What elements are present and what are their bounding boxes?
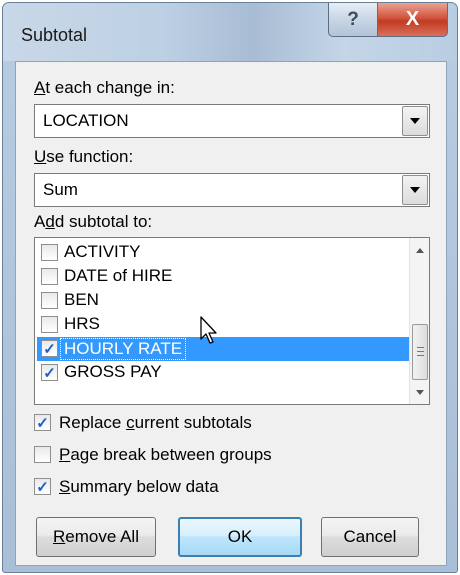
checkbox[interactable] (41, 268, 58, 285)
checkmark-icon: ✓ (43, 364, 56, 382)
title-bar[interactable]: Subtotal ? X (3, 3, 457, 61)
use-function-label: Use function: (34, 147, 134, 166)
checkbox-checked[interactable]: ✓ (41, 364, 58, 382)
use-function-select[interactable]: Sum (34, 173, 430, 207)
checkbox[interactable] (34, 446, 51, 463)
scrollbar-thumb[interactable] (412, 324, 428, 380)
mouse-pointer-icon (200, 316, 217, 344)
use-function-dropdown-button[interactable] (402, 175, 428, 205)
chevron-down-icon (410, 118, 420, 124)
change-in-value: LOCATION (43, 111, 129, 130)
scroll-up-button[interactable] (410, 240, 430, 260)
help-icon: ? (347, 8, 359, 30)
add-subtotal-label: Add subtotal to: (34, 212, 153, 231)
help-button[interactable]: ? (328, 3, 378, 37)
add-subtotal-list[interactable]: ACTIVITY DATE of HIRE BEN HRS ✓ HOURLY R… (34, 237, 430, 405)
ok-button[interactable]: OK (178, 517, 302, 557)
checkmark-icon: ✓ (36, 478, 49, 496)
change-in-select[interactable]: LOCATION (34, 104, 430, 138)
change-in-label: At each change in: (34, 78, 175, 97)
checkbox-checked[interactable]: ✓ (34, 478, 51, 496)
checkbox[interactable] (41, 316, 58, 333)
close-icon: X (405, 8, 420, 30)
list-item-hrs[interactable]: HRS (37, 313, 411, 337)
checkbox-checked[interactable]: ✓ (41, 340, 58, 358)
checkmark-icon: ✓ (43, 340, 56, 358)
scroll-down-button[interactable] (410, 382, 430, 402)
cancel-button[interactable]: Cancel (321, 517, 419, 557)
list-item-gross-pay[interactable]: ✓ GROSS PAY (37, 361, 411, 385)
replace-current-subtotals-option[interactable]: ✓ Replace current subtotals (34, 412, 394, 436)
arrow-up-icon (416, 247, 424, 253)
checkbox[interactable] (41, 244, 58, 261)
checkbox-checked[interactable]: ✓ (34, 414, 51, 432)
window-title: Subtotal (21, 25, 88, 45)
arrow-down-icon (416, 389, 424, 395)
summary-below-data-option[interactable]: ✓ Summary below data (34, 476, 394, 500)
subtotal-dialog: Subtotal ? X At each change in: LOCATION… (2, 2, 458, 573)
checkmark-icon: ✓ (36, 414, 49, 432)
grip-line (417, 347, 424, 348)
summary-below-data-label: Summary below data (59, 477, 219, 496)
change-in-dropdown-button[interactable] (402, 106, 428, 136)
list-item-date-of-hire[interactable]: DATE of HIRE (37, 265, 411, 289)
list-item-hourly-rate[interactable]: ✓ HOURLY RATE (37, 337, 411, 361)
remove-all-button[interactable]: Remove All (36, 517, 156, 557)
grip-line (417, 351, 424, 352)
page-break-option[interactable]: Page break between groups (34, 444, 394, 468)
list-item-ben[interactable]: BEN (37, 289, 411, 313)
replace-current-subtotals-label: Replace current subtotals (59, 413, 252, 432)
grip-line (417, 355, 424, 356)
page-break-label: Page break between groups (59, 445, 272, 464)
use-function-value: Sum (43, 180, 78, 199)
list-item-activity[interactable]: ACTIVITY (37, 241, 411, 265)
list-scrollbar[interactable] (409, 238, 429, 404)
checkbox[interactable] (41, 292, 58, 309)
chevron-down-icon (410, 187, 420, 193)
close-button[interactable]: X (377, 3, 448, 37)
dialog-body: At each change in: LOCATION Use function… (15, 61, 447, 566)
